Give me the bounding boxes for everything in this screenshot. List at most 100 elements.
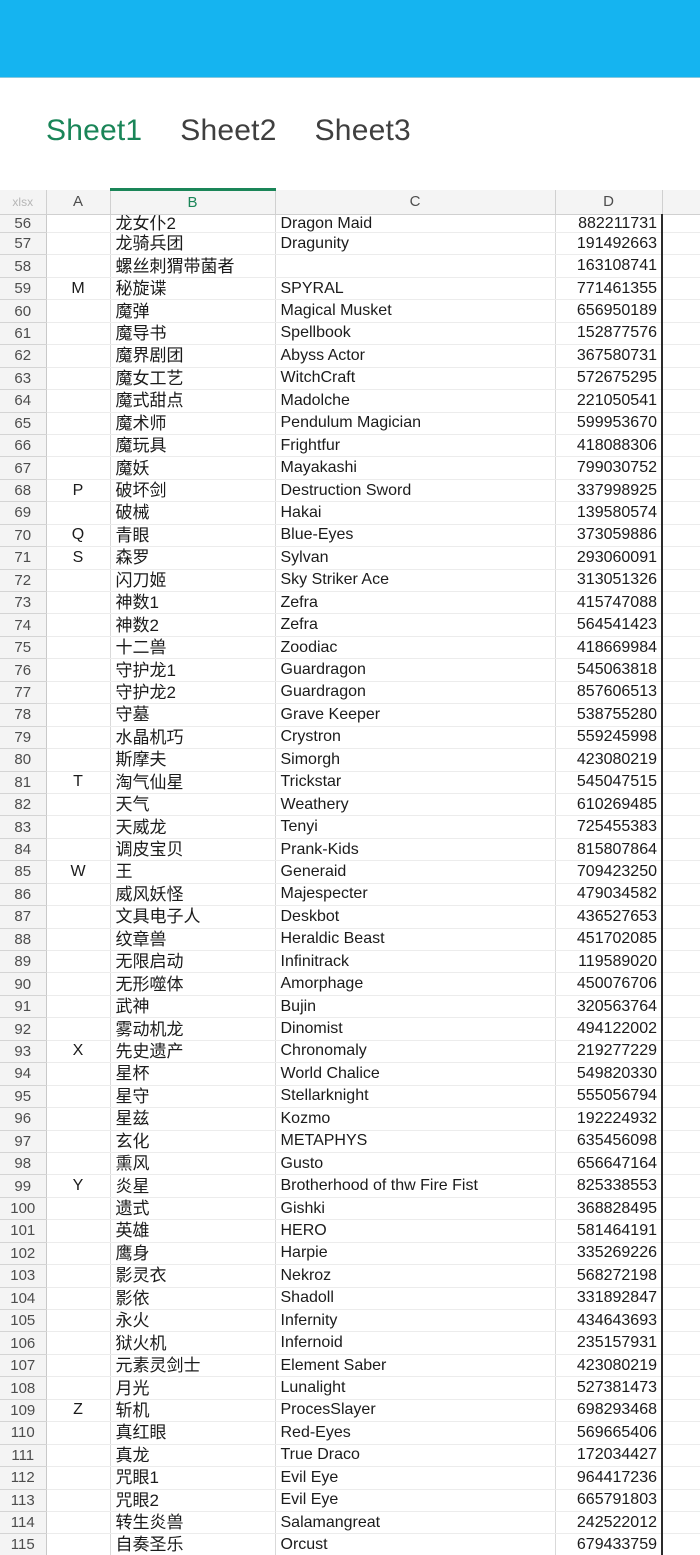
cell-e97[interactable]	[662, 1130, 700, 1153]
cell-a84[interactable]	[46, 838, 111, 862]
cell-c92[interactable]: Dinomist	[275, 1017, 556, 1041]
cell-b98[interactable]: 熏风	[110, 1152, 276, 1176]
cell-b63[interactable]: 魔女工艺	[110, 367, 276, 391]
cell-d105[interactable]: 434643693	[555, 1309, 663, 1333]
cell-d93[interactable]: 219277229	[555, 1040, 663, 1064]
cell-b104[interactable]: 影依	[110, 1287, 276, 1311]
cell-c56[interactable]: Dragon Maid	[275, 214, 556, 233]
cell-a112[interactable]	[46, 1466, 111, 1490]
cell-c105[interactable]: Infernity	[275, 1309, 556, 1333]
cell-b105[interactable]: 永火	[110, 1309, 276, 1333]
cell-b56[interactable]: 龙女仆2	[110, 214, 276, 233]
table-row[interactable]: 93 X 先史遗产 Chronomaly 219277229	[0, 1040, 700, 1064]
cell-c61[interactable]: Spellbook	[275, 322, 556, 346]
table-row[interactable]: 112 咒眼1 Evil Eye 964417236	[0, 1466, 700, 1490]
cell-d75[interactable]: 418669984	[555, 636, 663, 660]
row-header-72[interactable]: 72	[0, 569, 47, 593]
row-header-78[interactable]: 78	[0, 703, 47, 727]
cell-d101[interactable]: 581464191	[555, 1219, 663, 1243]
cell-c91[interactable]: Bujin	[275, 995, 556, 1019]
cell-a103[interactable]	[46, 1264, 111, 1288]
cell-c77[interactable]: Guardragon	[275, 681, 556, 705]
cell-d106[interactable]: 235157931	[555, 1331, 663, 1355]
cell-e113[interactable]	[662, 1489, 700, 1512]
table-row[interactable]: 73 神数1 Zefra 415747088	[0, 591, 700, 615]
cell-b115[interactable]: 自奏圣乐	[110, 1533, 276, 1555]
cell-b81[interactable]: 淘气仙星	[110, 771, 276, 794]
cell-b110[interactable]: 真红眼	[110, 1421, 276, 1445]
cell-d58[interactable]: 163108741	[555, 254, 663, 278]
row-header-63[interactable]: 63	[0, 367, 47, 391]
row-header-96[interactable]: 96	[0, 1107, 47, 1131]
table-row[interactable]: 67 魔妖 Mayakashi 799030752	[0, 456, 700, 480]
cell-d114[interactable]: 242522012	[555, 1511, 663, 1535]
cell-d98[interactable]: 656647164	[555, 1152, 663, 1176]
cell-b112[interactable]: 咒眼1	[110, 1466, 276, 1490]
table-row[interactable]: 90 无形噬体 Amorphage 450076706	[0, 972, 700, 996]
cell-b79[interactable]: 水晶机巧	[110, 726, 276, 750]
row-header-108[interactable]: 108	[0, 1376, 47, 1400]
cell-e76[interactable]	[662, 658, 700, 682]
cell-e83[interactable]	[662, 815, 700, 839]
cell-a92[interactable]	[46, 1017, 111, 1041]
cell-e61[interactable]	[662, 322, 700, 346]
cell-e93[interactable]	[662, 1040, 700, 1064]
row-header-92[interactable]: 92	[0, 1017, 47, 1041]
cell-c75[interactable]: Zoodiac	[275, 636, 556, 660]
cell-b90[interactable]: 无形噬体	[110, 972, 276, 996]
cell-c82[interactable]: Weathery	[275, 793, 556, 817]
cell-d115[interactable]: 679433759	[555, 1533, 663, 1555]
cell-b106[interactable]: 狱火机	[110, 1331, 276, 1355]
cell-c78[interactable]: Grave Keeper	[275, 703, 556, 727]
row-header-106[interactable]: 106	[0, 1331, 47, 1355]
cell-d82[interactable]: 610269485	[555, 793, 663, 817]
cell-b74[interactable]: 神数2	[110, 613, 276, 637]
row-header-91[interactable]: 91	[0, 995, 47, 1019]
row-header-70[interactable]: 70	[0, 524, 47, 548]
cell-b58[interactable]: 螺丝刺猬带菌者	[110, 254, 276, 278]
cell-e77[interactable]	[662, 681, 700, 705]
cell-d68[interactable]: 337998925	[555, 479, 663, 503]
cell-d104[interactable]: 331892847	[555, 1287, 663, 1311]
cell-a86[interactable]	[46, 883, 111, 907]
cell-e85[interactable]	[662, 860, 700, 884]
cell-e69[interactable]	[662, 501, 700, 525]
cell-a96[interactable]	[46, 1107, 111, 1131]
cell-a72[interactable]	[46, 569, 111, 593]
cell-a98[interactable]	[46, 1152, 111, 1176]
table-row[interactable]: 115 自奏圣乐 Orcust 679433759	[0, 1533, 700, 1555]
row-header-101[interactable]: 101	[0, 1219, 47, 1243]
row-header-60[interactable]: 60	[0, 299, 47, 323]
cell-c100[interactable]: Gishki	[275, 1197, 556, 1221]
cell-d112[interactable]: 964417236	[555, 1466, 663, 1490]
cell-c107[interactable]: Element Saber	[275, 1354, 556, 1378]
row-header-114[interactable]: 114	[0, 1511, 47, 1535]
cell-c102[interactable]: Harpie	[275, 1242, 556, 1266]
cell-b95[interactable]: 星守	[110, 1085, 276, 1109]
cell-b97[interactable]: 玄化	[110, 1130, 276, 1153]
cell-e70[interactable]	[662, 524, 700, 548]
table-row[interactable]: 100 遗式 Gishki 368828495	[0, 1197, 700, 1221]
cell-c60[interactable]: Magical Musket	[275, 299, 556, 323]
cell-b82[interactable]: 天气	[110, 793, 276, 817]
cell-c66[interactable]: Frightfur	[275, 434, 556, 458]
cell-d91[interactable]: 320563764	[555, 995, 663, 1019]
cell-a93[interactable]: X	[46, 1040, 111, 1064]
sheet-tab-sheet2[interactable]: Sheet2	[180, 116, 276, 150]
cell-c57[interactable]: Dragunity	[275, 232, 556, 256]
cell-c68[interactable]: Destruction Sword	[275, 479, 556, 503]
cell-e96[interactable]	[662, 1107, 700, 1131]
cell-b57[interactable]: 龙骑兵团	[110, 232, 276, 256]
cell-a108[interactable]	[46, 1376, 111, 1400]
cell-b64[interactable]: 魔式甜点	[110, 389, 276, 413]
cell-b61[interactable]: 魔导书	[110, 322, 276, 346]
cell-d72[interactable]: 313051326	[555, 569, 663, 593]
row-header-65[interactable]: 65	[0, 412, 47, 435]
cell-c97[interactable]: METAPHYS	[275, 1130, 556, 1153]
cell-d73[interactable]: 415747088	[555, 591, 663, 615]
cell-d76[interactable]: 545063818	[555, 658, 663, 682]
table-row[interactable]: 109 Z 斩机 ProcesSlayer 698293468	[0, 1399, 700, 1423]
cell-a109[interactable]: Z	[46, 1399, 111, 1423]
grid-corner-label[interactable]: xlsx	[0, 189, 47, 215]
table-row[interactable]: 111 真龙 True Draco 172034427	[0, 1444, 700, 1468]
